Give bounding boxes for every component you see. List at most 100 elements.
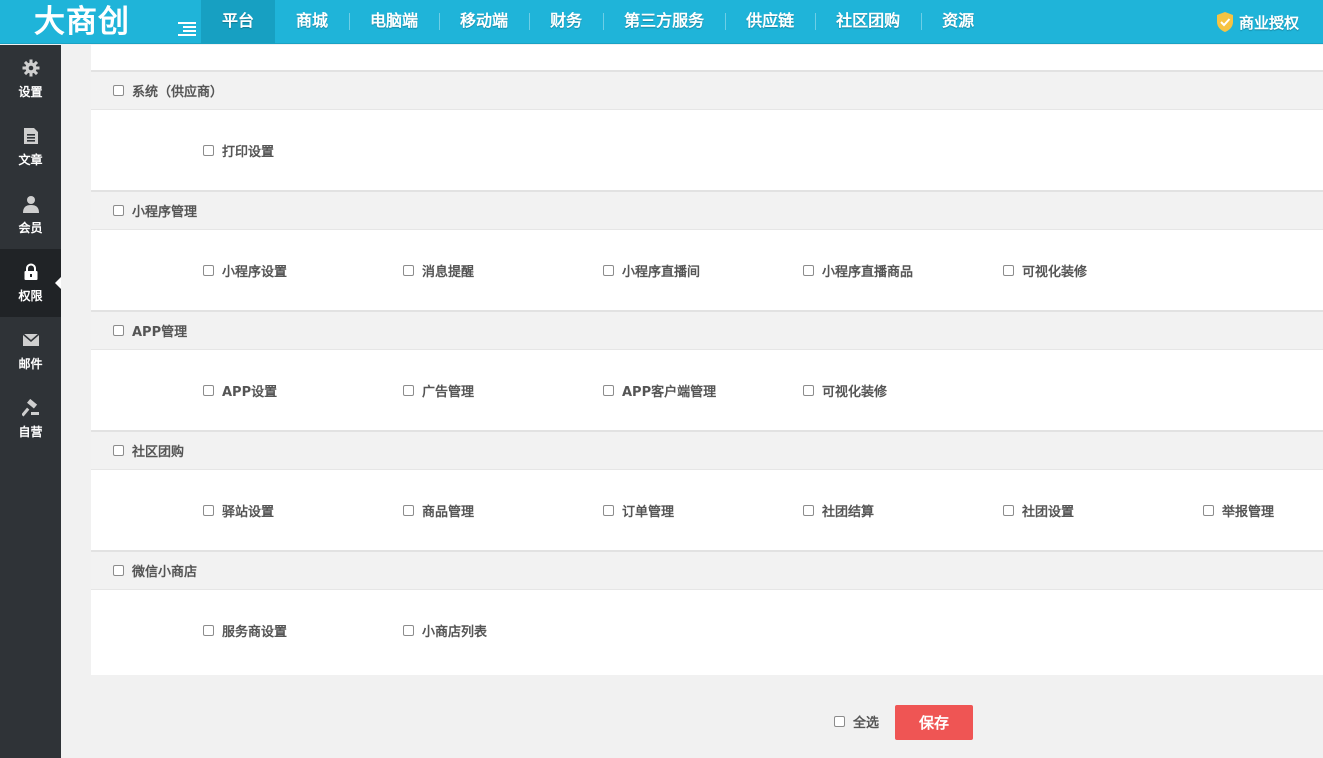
permission-option[interactable]: 社团设置	[1003, 470, 1074, 550]
envelope-icon	[21, 330, 41, 350]
nav-item-third-party[interactable]: 第三方服务	[603, 0, 725, 44]
permission-label: APP客户端管理	[622, 384, 717, 400]
permission-label: 社团结算	[822, 504, 875, 520]
permission-option[interactable]: 举报管理	[1203, 470, 1274, 550]
permission-checkbox[interactable]	[1003, 504, 1014, 516]
section-header[interactable]: 小程序管理	[91, 190, 1323, 230]
permission-label: 小商店列表	[422, 624, 488, 640]
nav-item-mobile[interactable]: 移动端	[439, 0, 529, 44]
user-icon	[21, 194, 41, 214]
sidebar: 设置 文章 会员 权限 邮件 自营	[0, 45, 61, 758]
permission-option[interactable]: 小程序直播商品	[803, 230, 913, 310]
permission-checkbox[interactable]	[803, 264, 814, 276]
permission-option[interactable]: 打印设置	[203, 110, 274, 190]
permission-label: 驿站设置	[222, 504, 275, 520]
permission-checkbox[interactable]	[803, 384, 814, 396]
permissions-panel: 系统（供应商） 打印设置 小程序管理 小程序设置 消息提醒 小程序直播间 小程序…	[91, 45, 1323, 675]
section-checkbox[interactable]	[113, 445, 124, 456]
sidebar-item-settings[interactable]: 设置	[0, 45, 61, 113]
permission-option[interactable]: 广告管理	[403, 350, 474, 430]
top-bar: 大商创 平台 商城 电脑端 移动端 财务 第三方服务 供应链 社区团购 资源 商…	[0, 0, 1323, 44]
nav-item-pc[interactable]: 电脑端	[349, 0, 439, 44]
menu-toggle-icon[interactable]	[178, 22, 196, 36]
document-icon	[21, 126, 41, 146]
nav-item-resources[interactable]: 资源	[921, 0, 995, 44]
permission-option[interactable]: 商品管理	[403, 470, 474, 550]
nav-item-finance[interactable]: 财务	[529, 0, 603, 44]
permission-option[interactable]: 订单管理	[603, 470, 674, 550]
permission-checkbox[interactable]	[603, 384, 614, 396]
permission-option[interactable]: 小商店列表	[403, 590, 487, 670]
permission-label: 小程序直播商品	[822, 264, 914, 280]
section-title: APP管理	[132, 325, 188, 340]
permission-checkbox[interactable]	[403, 384, 414, 396]
footer-area	[61, 675, 1323, 758]
permission-checkbox[interactable]	[1203, 504, 1214, 516]
permission-option[interactable]: 服务商设置	[203, 590, 287, 670]
permission-label: 小程序直播间	[622, 264, 701, 280]
permission-option[interactable]: 社团结算	[803, 470, 874, 550]
nav-item-community-group[interactable]: 社区团购	[815, 0, 921, 44]
section-checkbox[interactable]	[113, 565, 124, 576]
sidebar-item-permissions[interactable]: 权限	[0, 249, 61, 317]
permission-label: APP设置	[222, 384, 278, 400]
nav-item-mall[interactable]: 商城	[275, 0, 349, 44]
section-body: 服务商设置 小商店列表	[91, 590, 1323, 670]
permission-label: 订单管理	[622, 504, 675, 520]
lock-icon	[21, 262, 41, 282]
gear-icon	[21, 58, 41, 78]
permission-checkbox[interactable]	[603, 264, 614, 276]
section-checkbox[interactable]	[113, 205, 124, 216]
permission-checkbox[interactable]	[403, 624, 414, 636]
permission-checkbox[interactable]	[1003, 264, 1014, 276]
permission-label: 小程序设置	[222, 264, 288, 280]
section-title: 系统（供应商）	[132, 85, 224, 100]
section-checkbox[interactable]	[113, 85, 124, 96]
permission-checkbox[interactable]	[203, 504, 214, 516]
permission-checkbox[interactable]	[203, 144, 214, 156]
select-all-option[interactable]: 全选	[834, 712, 879, 731]
permission-checkbox[interactable]	[603, 504, 614, 516]
nav-item-platform[interactable]: 平台	[201, 0, 276, 44]
select-all-checkbox[interactable]	[834, 716, 845, 727]
permission-option[interactable]: 小程序直播间	[603, 230, 700, 310]
sidebar-item-articles[interactable]: 文章	[0, 113, 61, 181]
permission-label: 商品管理	[422, 504, 475, 520]
permission-option[interactable]: 可视化装修	[803, 350, 887, 430]
permission-option[interactable]: 消息提醒	[403, 230, 474, 310]
permission-checkbox[interactable]	[803, 504, 814, 516]
sidebar-item-label: 邮件	[18, 357, 43, 371]
hammer-icon	[21, 398, 41, 418]
permission-label: 举报管理	[1222, 504, 1275, 520]
section-header[interactable]: 社区团购	[91, 430, 1323, 470]
permission-option[interactable]: 小程序设置	[203, 230, 287, 310]
permission-label: 可视化装修	[822, 384, 888, 400]
permission-option[interactable]: 驿站设置	[203, 470, 274, 550]
section-body: 驿站设置 商品管理 订单管理 社团结算 社团设置 举报管理	[91, 470, 1323, 550]
license-label: 商业授权	[1238, 13, 1299, 32]
license-link[interactable]: 商业授权	[1215, 0, 1299, 44]
nav-item-supply-chain[interactable]: 供应链	[725, 0, 815, 44]
sidebar-item-self-operated[interactable]: 自营	[0, 385, 61, 453]
section-header[interactable]: APP管理	[91, 310, 1323, 350]
section-title: 社区团购	[132, 445, 185, 460]
permission-option[interactable]: 可视化装修	[1003, 230, 1087, 310]
section-title: 小程序管理	[132, 205, 198, 220]
save-button[interactable]: 保存	[895, 705, 973, 740]
permission-checkbox[interactable]	[203, 384, 214, 396]
permission-checkbox[interactable]	[403, 504, 414, 516]
permission-checkbox[interactable]	[203, 624, 214, 636]
permission-option[interactable]: APP设置	[203, 350, 277, 430]
permission-checkbox[interactable]	[403, 264, 414, 276]
sidebar-item-label: 设置	[18, 85, 43, 99]
section-header[interactable]: 微信小商店	[91, 550, 1323, 590]
section-header[interactable]: 系统（供应商）	[91, 70, 1323, 110]
section-body: 小程序设置 消息提醒 小程序直播间 小程序直播商品 可视化装修	[91, 230, 1323, 310]
sidebar-item-label: 文章	[18, 153, 43, 167]
logo[interactable]: 大商创	[34, 3, 130, 41]
section-checkbox[interactable]	[113, 325, 124, 336]
sidebar-item-mail[interactable]: 邮件	[0, 317, 61, 385]
permission-option[interactable]: APP客户端管理	[603, 350, 716, 430]
permission-checkbox[interactable]	[203, 264, 214, 276]
sidebar-item-members[interactable]: 会员	[0, 181, 61, 249]
